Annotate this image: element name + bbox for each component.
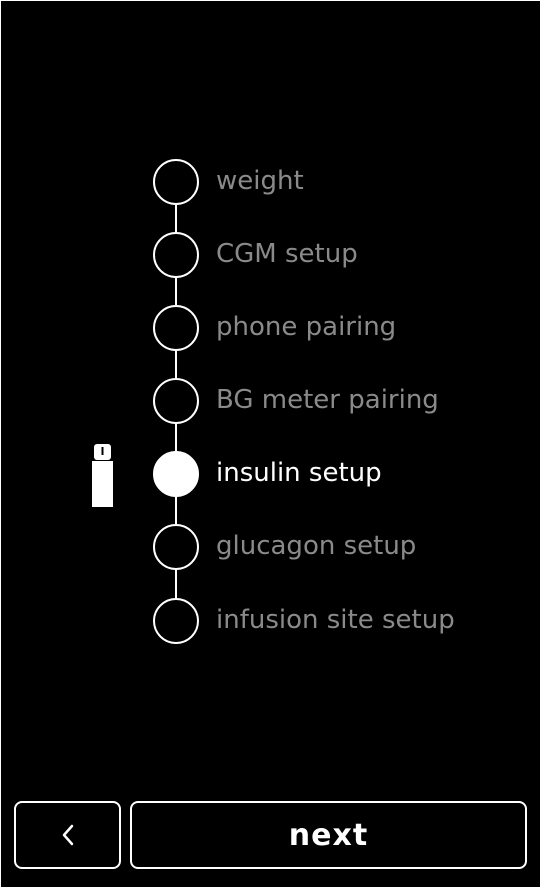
step-indicator	[153, 159, 199, 205]
insulin-vial-icon	[92, 444, 113, 507]
next-button[interactable]: next	[130, 801, 527, 869]
step-indicator	[153, 524, 199, 570]
step-phone-pairing: phone pairing	[153, 305, 533, 351]
step-label-active: insulin setup	[216, 458, 382, 488]
step-label: CGM setup	[216, 239, 358, 269]
step-connector	[175, 203, 177, 233]
step-label: glucagon setup	[216, 531, 417, 561]
step-insulin-setup: insulin setup	[153, 451, 533, 497]
step-indicator-active	[153, 451, 199, 497]
step-infusion-site-setup: infusion site setup	[153, 598, 533, 644]
step-indicator	[153, 598, 199, 644]
setup-steps: weight CGM setup phone pairing BG meter …	[1, 1, 540, 701]
step-connector	[175, 569, 177, 599]
step-indicator	[153, 232, 199, 278]
chevron-left-icon	[62, 824, 73, 846]
step-bg-meter-pairing: BG meter pairing	[153, 378, 533, 424]
back-button[interactable]	[14, 801, 121, 869]
step-indicator	[153, 305, 199, 351]
step-label: phone pairing	[216, 312, 397, 342]
step-connector	[175, 423, 177, 451]
step-connector	[175, 277, 177, 305]
step-label: BG meter pairing	[216, 385, 439, 415]
step-cgm-setup: CGM setup	[153, 232, 533, 278]
next-button-label: next	[288, 817, 369, 853]
step-label: weight	[216, 166, 304, 196]
step-weight: weight	[153, 159, 533, 205]
step-glucagon-setup: glucagon setup	[153, 524, 533, 570]
step-connector	[175, 350, 177, 378]
step-connector	[175, 496, 177, 524]
setup-progress-screen: weight CGM setup phone pairing BG meter …	[1, 1, 540, 887]
step-indicator	[153, 378, 199, 424]
step-label: infusion site setup	[216, 605, 455, 635]
